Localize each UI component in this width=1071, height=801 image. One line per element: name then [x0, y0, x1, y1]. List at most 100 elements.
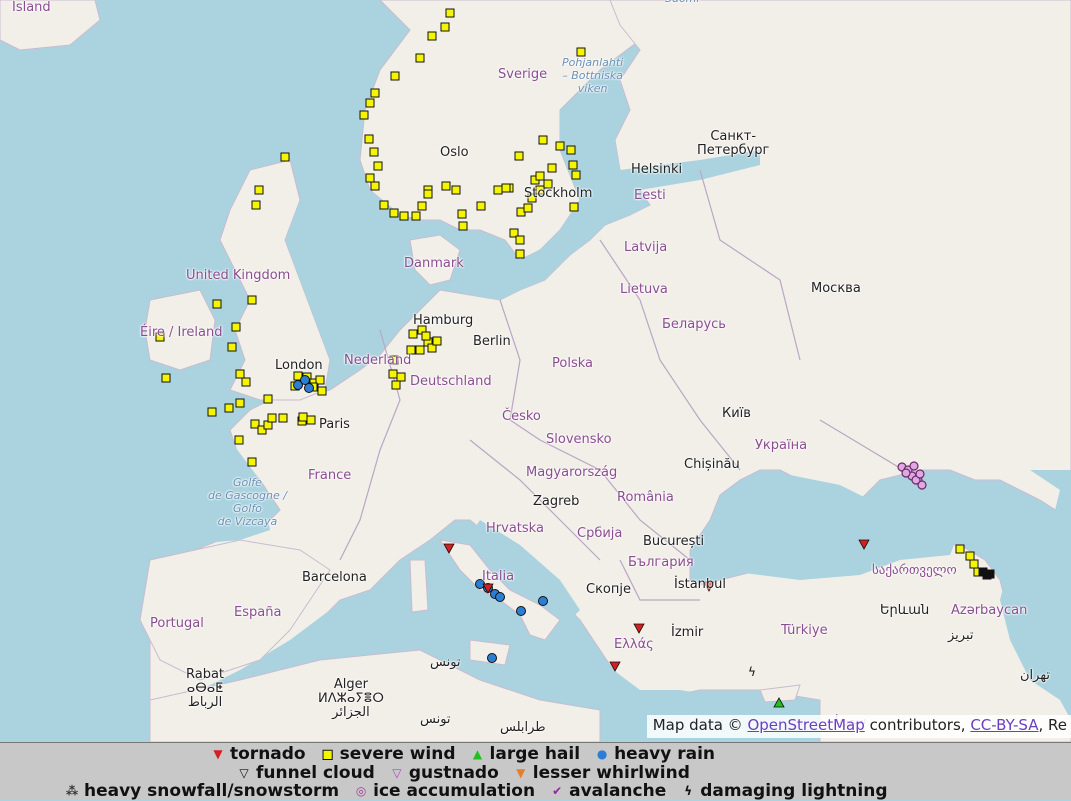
severe-wind-marker[interactable]	[278, 413, 288, 423]
severe-wind-marker[interactable]	[364, 134, 374, 144]
severe-wind-marker[interactable]	[161, 373, 171, 383]
severe-wind-marker[interactable]	[411, 211, 421, 221]
severe-wind-marker[interactable]	[231, 322, 241, 332]
severe-wind-marker[interactable]	[555, 141, 565, 151]
severe-wind-marker[interactable]	[224, 403, 234, 413]
tornado-marker[interactable]	[858, 539, 870, 550]
severe-wind-marker[interactable]	[523, 203, 533, 213]
legend-symbol-icon: ◎	[355, 784, 367, 798]
severe-wind-marker[interactable]	[317, 386, 327, 396]
license-link[interactable]: CC-BY-SA	[970, 716, 1038, 734]
severe-wind-marker[interactable]	[390, 71, 400, 81]
severe-wind-marker[interactable]	[370, 181, 380, 191]
legend-row-3: ⁂ heavy snowfall/snowstorm ◎ ice accumulati…	[64, 781, 902, 801]
severe-wind-marker[interactable]	[227, 342, 237, 352]
severe-wind-marker[interactable]	[280, 152, 290, 162]
map-view[interactable]: ϟ Ísland Sverige Oslo Stockholm Helsinki Eest…	[0, 0, 1071, 742]
severe-wind-marker[interactable]	[501, 183, 511, 193]
severe-wind-marker[interactable]	[235, 369, 245, 379]
damaging-lightning-marker[interactable]: ϟ	[748, 665, 756, 679]
severe-wind-marker[interactable]	[423, 189, 433, 199]
severe-wind-marker[interactable]	[427, 31, 437, 41]
severe-wind-marker[interactable]	[569, 202, 579, 212]
severe-wind-marker[interactable]	[440, 22, 450, 32]
severe-wind-marker[interactable]	[254, 185, 264, 195]
map-label-latvija: Latvija	[624, 240, 668, 255]
severe-wind-marker[interactable]	[207, 407, 217, 417]
tornado-marker[interactable]	[633, 623, 645, 634]
ice-accumulation-marker[interactable]	[901, 468, 911, 478]
severe-wind-marker[interactable]	[432, 336, 442, 346]
severe-wind-marker[interactable]	[379, 200, 389, 210]
severe-wind-marker[interactable]	[421, 331, 431, 341]
severe-wind-marker[interactable]	[263, 394, 273, 404]
severe-wind-marker[interactable]	[458, 221, 468, 231]
severe-wind-marker[interactable]	[241, 377, 251, 387]
heavy-rain-marker[interactable]	[304, 383, 314, 393]
severe-wind-marker[interactable]	[568, 160, 578, 170]
severe-wind-marker[interactable]	[441, 181, 451, 191]
heavy-rain-marker[interactable]	[495, 592, 505, 602]
map-label-portugal: Portugal	[150, 616, 204, 631]
severe-wind-marker[interactable]	[417, 201, 427, 211]
severe-wind-marker[interactable]	[445, 8, 455, 18]
severe-wind-marker[interactable]	[388, 369, 398, 379]
severe-wind-marker[interactable]	[451, 185, 461, 195]
severe-wind-marker[interactable]	[389, 208, 399, 218]
severe-wind-marker[interactable]	[234, 435, 244, 445]
severe-wind-marker[interactable]	[955, 544, 965, 554]
severe-wind-marker[interactable]	[247, 457, 257, 467]
severe-wind-marker[interactable]	[396, 372, 406, 382]
severe-wind-marker[interactable]	[515, 235, 525, 245]
severe-wind-marker[interactable]	[576, 47, 586, 57]
heavy-rain-marker[interactable]	[538, 596, 548, 606]
severe-wind-marker[interactable]	[247, 295, 257, 305]
severe-wind-marker[interactable]	[476, 201, 486, 211]
ice-accumulation-marker[interactable]	[909, 461, 919, 471]
severe-wind-marker[interactable]	[235, 398, 245, 408]
snowfall-marker[interactable]	[985, 569, 995, 579]
tornado-marker[interactable]	[609, 661, 621, 672]
heavy-rain-marker[interactable]	[516, 606, 526, 616]
severe-wind-marker[interactable]	[365, 98, 375, 108]
severe-wind-marker[interactable]	[399, 211, 409, 221]
severe-wind-marker[interactable]	[571, 170, 581, 180]
severe-wind-marker[interactable]	[251, 200, 261, 210]
severe-wind-marker[interactable]	[369, 147, 379, 157]
severe-wind-marker[interactable]	[969, 559, 979, 569]
severe-wind-marker[interactable]	[493, 185, 503, 195]
severe-wind-marker[interactable]	[212, 299, 222, 309]
severe-wind-marker[interactable]	[415, 345, 425, 355]
severe-wind-marker[interactable]	[408, 329, 418, 339]
osm-link[interactable]: OpenStreetMap	[747, 716, 864, 734]
severe-wind-marker[interactable]	[547, 163, 557, 173]
severe-wind-marker[interactable]	[298, 412, 308, 422]
map-label-italia: Italia	[482, 569, 515, 584]
sea-label-suomi: Suomi	[665, 0, 699, 5]
severe-wind-marker[interactable]	[514, 151, 524, 161]
severe-wind-marker[interactable]	[535, 171, 545, 181]
severe-wind-marker[interactable]	[370, 88, 380, 98]
severe-wind-marker[interactable]	[566, 145, 576, 155]
legend-item-heavy-rain: ● heavy rain	[594, 744, 715, 764]
ice-accumulation-marker[interactable]	[915, 469, 925, 479]
tornado-marker[interactable]	[443, 543, 455, 554]
severe-wind-marker[interactable]	[373, 161, 383, 171]
severe-wind-marker[interactable]	[359, 110, 369, 120]
legend-symbol-icon: ▲	[472, 747, 483, 761]
severe-wind-marker[interactable]	[415, 53, 425, 63]
severe-wind-marker[interactable]	[306, 415, 316, 425]
severe-wind-marker[interactable]	[365, 173, 375, 183]
map-label-helsinki: Helsinki	[631, 162, 683, 177]
severe-wind-marker[interactable]	[391, 380, 401, 390]
severe-wind-marker[interactable]	[515, 249, 525, 259]
attribution-suffix: , Re	[1038, 716, 1067, 734]
severe-wind-marker[interactable]	[538, 135, 548, 145]
map-label-stockholm: Stockholm	[524, 186, 593, 201]
severe-wind-marker[interactable]	[457, 209, 467, 219]
map-label-tunis2: تونس	[420, 712, 451, 727]
severe-wind-marker[interactable]	[267, 413, 277, 423]
large-hail-marker[interactable]	[773, 697, 785, 708]
severe-wind-marker[interactable]	[965, 551, 975, 561]
heavy-rain-marker[interactable]	[487, 653, 497, 663]
